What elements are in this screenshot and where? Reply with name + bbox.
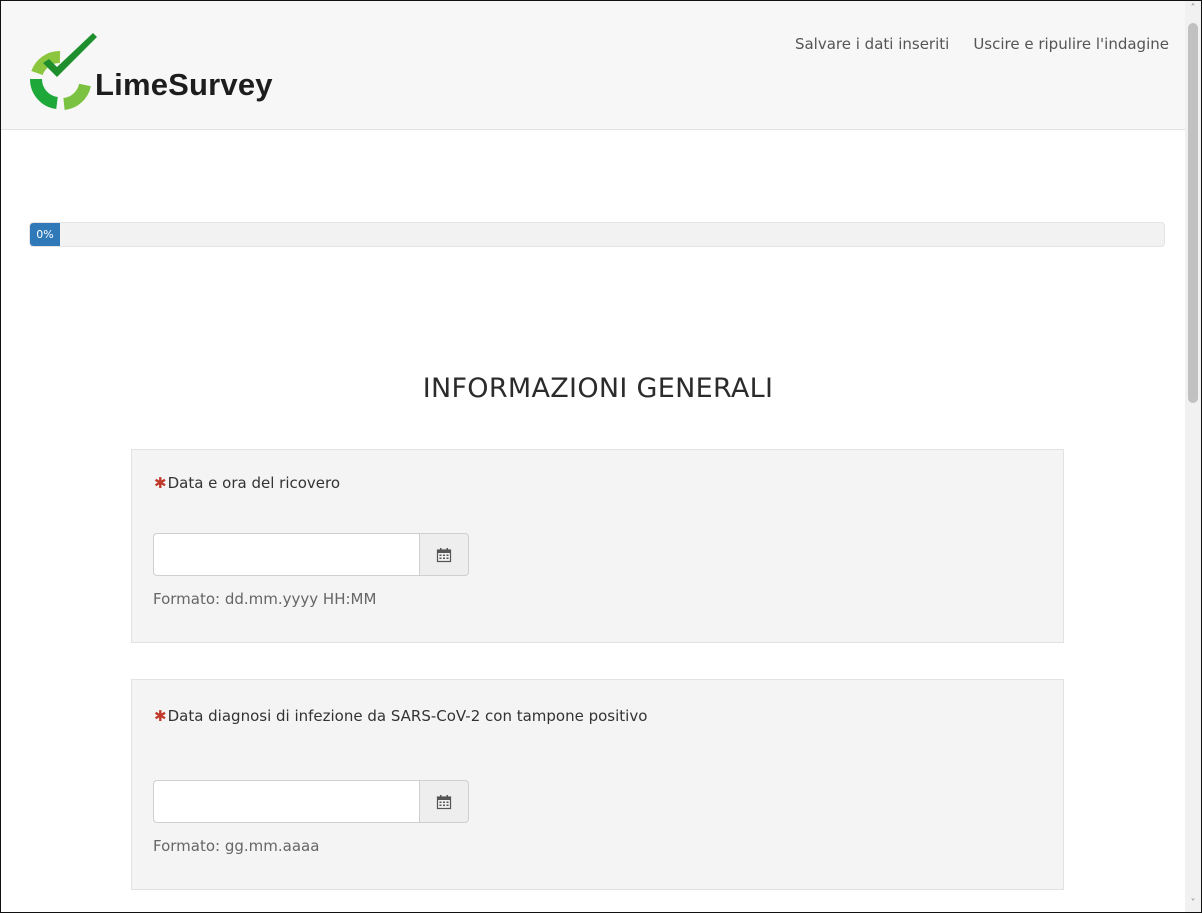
logo-text: LimeSurvey: [95, 67, 273, 102]
scroll-up-arrow-icon[interactable]: ˄: [1185, 1, 1201, 17]
calendar-icon: [436, 547, 452, 562]
admission-datetime-input[interactable]: [153, 533, 419, 576]
group-title: INFORMAZIONI GENERALI: [422, 373, 774, 405]
scroll-thumb[interactable]: [1188, 23, 1198, 403]
navbar: LimeSurvey Salvare i dati inseriti Uscir…: [1, 1, 1185, 130]
exit-clear-link[interactable]: Uscire e ripulire l'indagine: [973, 35, 1169, 53]
diagnosis-date-input[interactable]: [153, 780, 419, 823]
progress-bar: 0%: [29, 222, 1165, 247]
date-input-group: [153, 780, 469, 823]
format-hint: Formato: dd.mm.yyyy HH:MM: [153, 590, 377, 608]
limesurvey-logo-icon: [29, 33, 97, 110]
datetime-input-group: [153, 533, 469, 576]
vertical-scrollbar[interactable]: ˄ ˅: [1185, 1, 1201, 912]
question-admission-datetime: ✱Data e ora del ricovero Formato: dd.mm.…: [131, 449, 1064, 643]
calendar-button[interactable]: [419, 780, 469, 823]
progress-fill: 0%: [30, 223, 60, 246]
browser-window: LimeSurvey Salvare i dati inseriti Uscir…: [0, 0, 1202, 913]
nav-links: Salvare i dati inseriti Uscire e ripulir…: [795, 35, 1169, 53]
question-label: Data diagnosi di infezione da SARS-CoV-2…: [167, 707, 648, 725]
calendar-icon: [436, 794, 452, 809]
scroll-down-arrow-icon[interactable]: ˅: [1185, 896, 1201, 912]
mandatory-asterisk: ✱: [154, 707, 167, 725]
calendar-button[interactable]: [419, 533, 469, 576]
question-diagnosis-date: ✱Data diagnosi di infezione da SARS-CoV-…: [131, 679, 1064, 890]
question-text: ✱Data e ora del ricovero: [154, 474, 340, 492]
mandatory-asterisk: ✱: [154, 474, 167, 492]
page-viewport: LimeSurvey Salvare i dati inseriti Uscir…: [1, 1, 1185, 912]
logo[interactable]: LimeSurvey: [27, 33, 317, 113]
question-text: ✱Data diagnosi di infezione da SARS-CoV-…: [154, 707, 647, 725]
save-link[interactable]: Salvare i dati inseriti: [795, 35, 949, 53]
format-hint: Formato: gg.mm.aaaa: [153, 837, 320, 855]
question-label: Data e ora del ricovero: [167, 474, 341, 492]
